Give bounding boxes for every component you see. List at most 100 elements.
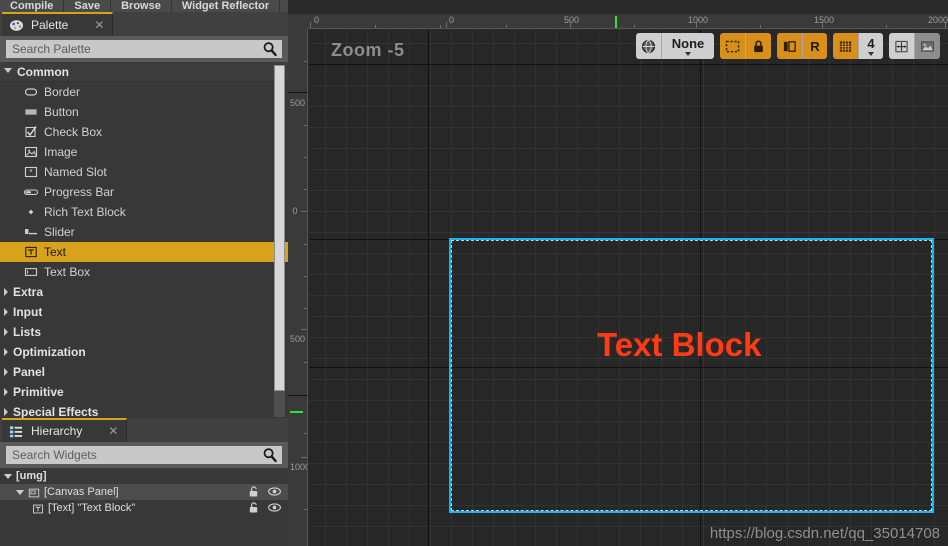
chevron-down-icon — [16, 489, 24, 495]
palette-list-wrap: Common Border Button Check Box Image * N… — [0, 62, 288, 422]
palette-item-border[interactable]: Border — [0, 82, 288, 102]
tab-hierarchy[interactable]: Hierarchy ✕ — [2, 418, 128, 442]
palette-scrollbar-thumb[interactable] — [274, 65, 285, 391]
tab-palette[interactable]: Palette ✕ — [2, 12, 114, 36]
palette-item-label: Button — [44, 105, 79, 119]
horizontal-ruler[interactable]: 0 0 500 1000 1500 2000 — [308, 14, 948, 29]
palette-item-button[interactable]: Button — [0, 102, 288, 122]
palette-category-label: Panel — [13, 365, 46, 379]
palette-category-optimization[interactable]: Optimization — [0, 342, 288, 362]
toolbar-compile-button[interactable]: Compile — [0, 0, 65, 12]
palette-category-label: Input — [13, 305, 43, 319]
outline-lock-group — [720, 33, 771, 59]
palette-category-primitive[interactable]: Primitive — [0, 382, 288, 402]
chevron-right-icon — [4, 388, 8, 396]
ruler-h-guide-marker — [615, 16, 617, 28]
border-icon — [24, 85, 38, 99]
progress-bar-icon — [23, 185, 39, 199]
palette-item-label: Image — [44, 145, 78, 159]
grid-size-dropdown[interactable]: 4 — [859, 33, 883, 59]
grid-snap-group: 4 — [833, 33, 883, 59]
design-canvas[interactable]: Zoom -5 Text Block — [309, 30, 948, 546]
palette-item-label: Slider — [44, 225, 75, 239]
palette-category-label: Special Effects — [13, 405, 99, 419]
close-icon[interactable]: ✕ — [94, 19, 104, 31]
hierarchy-row-canvas-panel[interactable]: [Canvas Panel] — [0, 484, 288, 500]
palette-category-input[interactable]: Input — [0, 302, 288, 322]
toolbar-save-button[interactable]: Save — [64, 0, 112, 12]
hierarchy-row-umg[interactable]: [umg] — [0, 468, 288, 484]
ruler-corner — [288, 14, 308, 29]
hierarchy-search-input[interactable]: Search Widgets — [6, 446, 282, 464]
hierarchy-row-text-block[interactable]: [Text] "Text Block" — [0, 500, 288, 516]
chevron-right-icon — [4, 348, 8, 356]
ruler-h-label: 2000 — [928, 15, 948, 25]
unlocked-padlock-icon[interactable] — [247, 501, 260, 519]
palette-item-label: Text Box — [44, 265, 91, 279]
palette-item-label: Progress Bar — [44, 185, 115, 199]
palette-list[interactable]: Common Border Button Check Box Image * N… — [0, 62, 288, 422]
ruler-v-guide-marker — [290, 411, 303, 413]
canvas-axis-vertical — [428, 30, 429, 546]
text-icon — [32, 502, 44, 514]
hierarchy-panel: Hierarchy ✕ Search Widgets [umg] [Canvas… — [0, 418, 288, 546]
palette-tabbar: Palette ✕ — [0, 12, 288, 36]
ruler-h-label: 500 — [564, 15, 580, 25]
hierarchy-row-label: [Text] "Text Block" — [48, 502, 136, 514]
palette-item-rich-text-block[interactable]: Rich Text Block — [0, 202, 288, 222]
search-input-placeholder: Search Palette — [12, 42, 91, 56]
ruler-v-label: 500 — [290, 334, 306, 344]
fill-screen-icon[interactable] — [777, 33, 803, 59]
designer-viewport[interactable]: 0 0 500 1000 1500 2000 500 0 500 100 Zoo… — [288, 0, 948, 546]
locale-dropdown[interactable]: None — [662, 33, 714, 59]
text-block-widget[interactable]: Text Block — [597, 326, 761, 364]
palette-item-named-slot[interactable]: * Named Slot — [0, 162, 288, 182]
search-input[interactable]: Search Palette — [6, 40, 282, 58]
fit-to-screen-icon[interactable] — [889, 33, 915, 59]
ruler-v-label: 500 — [290, 98, 306, 108]
selection-outline-icon[interactable] — [720, 33, 746, 59]
hierarchy-search-row: Search Widgets — [0, 442, 288, 468]
chevron-right-icon — [4, 288, 8, 296]
chevron-right-icon — [4, 308, 8, 316]
palette-category-extra[interactable]: Extra — [0, 282, 288, 302]
rich-text-icon — [24, 205, 38, 219]
palette-item-progress-bar[interactable]: Progress Bar — [0, 182, 288, 202]
text-box-icon — [24, 265, 38, 279]
toolbar-browse-button[interactable]: Browse — [111, 0, 172, 12]
hierarchy-tree[interactable]: [umg] [Canvas Panel] [Text] "Text Block" — [0, 468, 288, 516]
palette-item-slider[interactable]: Slider — [0, 222, 288, 242]
palette-item-text[interactable]: Text — [0, 242, 288, 262]
palette-item-label: Text — [44, 245, 67, 259]
palette-item-label: Named Slot — [44, 165, 107, 179]
palette-category-panel[interactable]: Panel — [0, 362, 288, 382]
chevron-right-icon — [4, 328, 8, 336]
canvas-panel-icon — [28, 486, 40, 498]
vertical-ruler[interactable]: 500 0 500 1000 — [288, 29, 308, 546]
search-icon — [262, 447, 278, 463]
toolbar-widget-reflector-button[interactable]: Widget Reflector — [172, 0, 281, 12]
ruler-h-label: 0 — [314, 15, 320, 25]
close-icon[interactable]: ✕ — [108, 425, 118, 437]
checkbox-icon — [24, 125, 38, 139]
chevron-down-icon — [4, 473, 12, 479]
image-icon — [24, 145, 38, 159]
palette-category-label: Primitive — [13, 385, 64, 399]
palette-item-image[interactable]: Image — [0, 142, 288, 162]
hierarchy-tabbar: Hierarchy ✕ — [0, 418, 288, 442]
resolution-button[interactable]: R — [803, 33, 827, 59]
eye-icon[interactable] — [267, 501, 282, 519]
palette-item-text-box[interactable]: Text Box — [0, 262, 288, 282]
palette-category-label: Extra — [13, 285, 44, 299]
locked-padlock-icon[interactable] — [746, 33, 771, 59]
palette-search-row: Search Palette — [0, 36, 288, 62]
screenshot-icon[interactable] — [915, 33, 940, 59]
canvas-axis-horizontal-top — [309, 64, 948, 65]
grid-icon[interactable] — [833, 33, 859, 59]
selected-widget-outline[interactable] — [449, 238, 934, 513]
globe-icon[interactable] — [636, 33, 662, 59]
palette-category-common[interactable]: Common — [0, 62, 288, 82]
palette-item-check-box[interactable]: Check Box — [0, 122, 288, 142]
watermark-text: https://blog.csdn.net/qq_35014708 — [709, 525, 940, 542]
palette-category-lists[interactable]: Lists — [0, 322, 288, 342]
